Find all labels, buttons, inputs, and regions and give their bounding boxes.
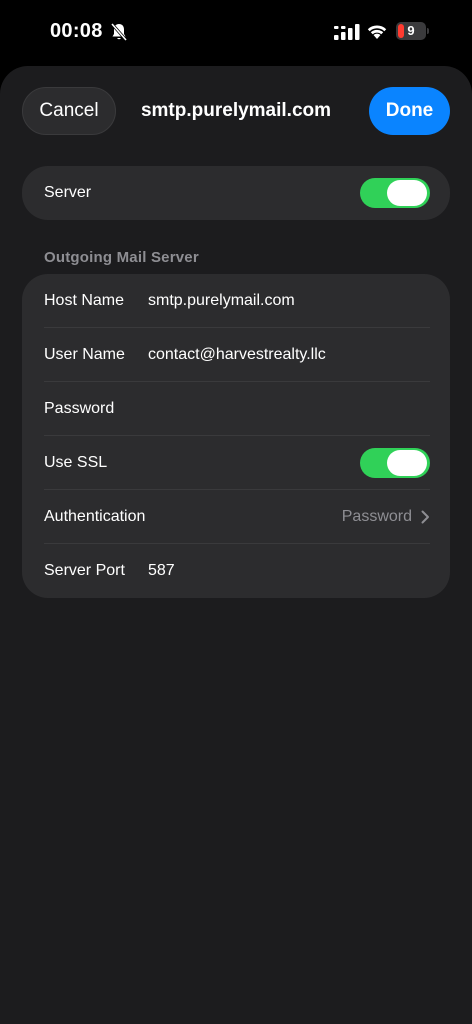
status-bar: 00:08 9 bbox=[0, 0, 472, 64]
use-ssl-row: Use SSL bbox=[22, 436, 450, 490]
user-name-label: User Name bbox=[44, 346, 125, 363]
authentication-value: Password bbox=[341, 508, 412, 525]
host-name-row[interactable]: Host Name smtp.purelymail.com bbox=[22, 274, 450, 328]
settings-sheet: Cancel smtp.purelymail.com Done Server O… bbox=[0, 66, 472, 1024]
toggle-knob bbox=[387, 450, 427, 476]
server-port-row[interactable]: Server Port 587 bbox=[22, 544, 450, 598]
server-card: Server bbox=[22, 166, 450, 220]
user-name-field[interactable]: contact@harvestrealty.llc bbox=[148, 346, 326, 364]
wifi-icon bbox=[367, 25, 387, 39]
use-ssl-label: Use SSL bbox=[44, 454, 108, 471]
authentication-row[interactable]: Authentication Password bbox=[22, 490, 450, 544]
server-port-label: Server Port bbox=[44, 562, 125, 579]
password-label: Password bbox=[44, 400, 115, 417]
status-time: 00:08 bbox=[50, 20, 103, 42]
bell-slash-icon bbox=[110, 23, 128, 41]
toggle-knob bbox=[387, 180, 427, 206]
done-button[interactable]: Done bbox=[369, 87, 450, 135]
user-name-row[interactable]: User Name contact@harvestrealty.llc bbox=[22, 328, 450, 382]
section-header-outgoing: Outgoing Mail Server bbox=[44, 249, 199, 266]
page-title: smtp.purelymail.com bbox=[140, 100, 332, 121]
host-name-field[interactable]: smtp.purelymail.com bbox=[148, 292, 295, 310]
authentication-label: Authentication bbox=[44, 508, 146, 525]
server-row: Server bbox=[22, 166, 450, 220]
password-row[interactable]: Password bbox=[22, 382, 450, 436]
cancel-button[interactable]: Cancel bbox=[22, 87, 116, 135]
server-toggle[interactable] bbox=[360, 178, 430, 208]
battery-level: 9 bbox=[407, 23, 415, 38]
outgoing-server-card: Host Name smtp.purelymail.com User Name … bbox=[22, 274, 450, 598]
signal-icon bbox=[334, 24, 360, 40]
chevron-right-icon bbox=[421, 510, 429, 524]
host-name-label: Host Name bbox=[44, 292, 125, 309]
authentication-value-group: Password bbox=[342, 508, 430, 526]
use-ssl-toggle[interactable] bbox=[360, 448, 430, 478]
server-label: Server bbox=[44, 184, 92, 201]
server-port-field[interactable]: 587 bbox=[148, 562, 175, 580]
